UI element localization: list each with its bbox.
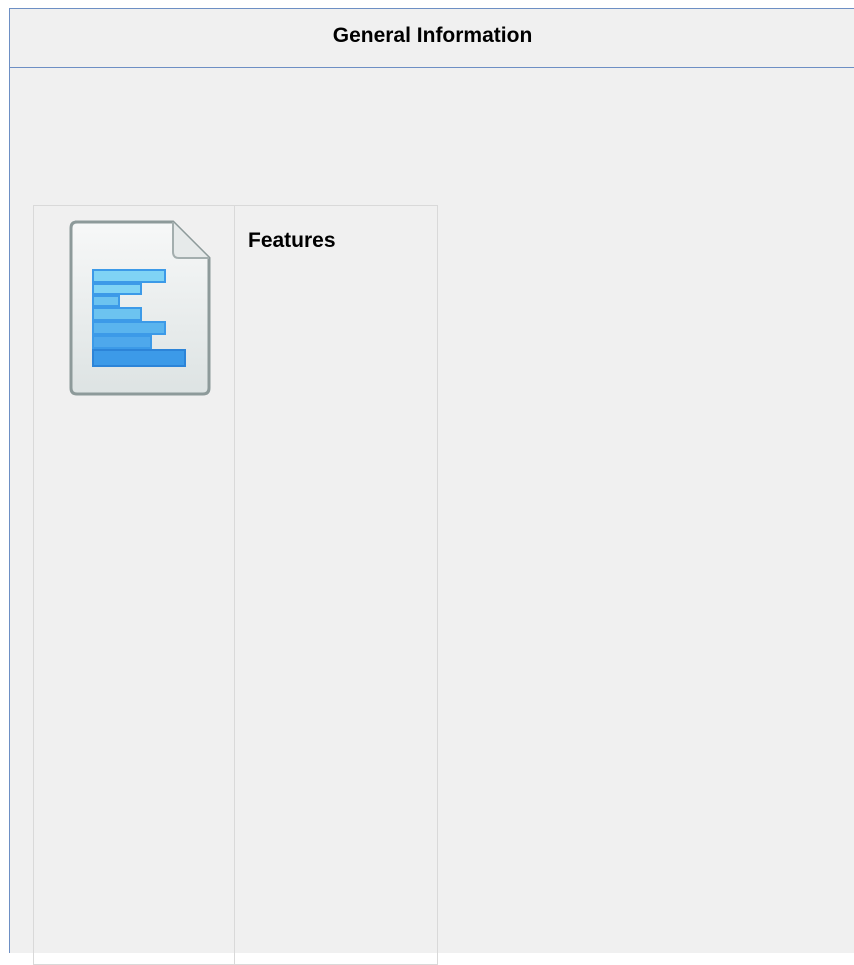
icon-cell bbox=[34, 206, 235, 964]
features-grid: Features bbox=[33, 205, 438, 965]
general-information-panel: General Information Features bbox=[9, 8, 854, 965]
label-cell: Features bbox=[235, 206, 437, 964]
document-list-icon bbox=[69, 220, 211, 396]
panel-title: General Information bbox=[332, 24, 533, 47]
features-heading: Features bbox=[248, 229, 336, 252]
panel-header: General Information bbox=[10, 9, 854, 68]
